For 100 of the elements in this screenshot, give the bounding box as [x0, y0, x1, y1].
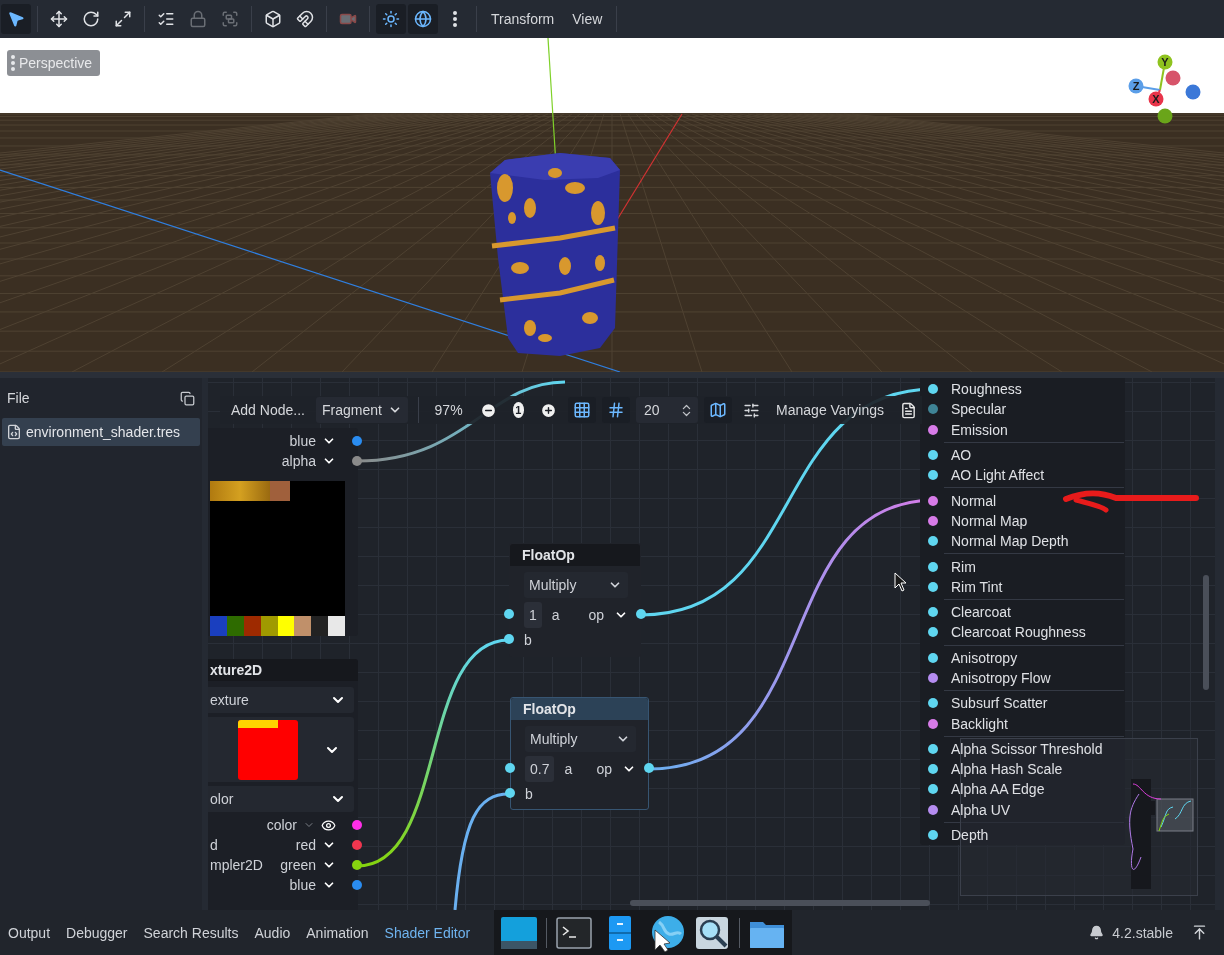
- port-label: a: [551, 607, 560, 623]
- zoom-out-icon: [479, 401, 497, 419]
- node-graph-canvas[interactable]: [208, 378, 1215, 910]
- shader-mode-dropdown[interactable]: Fragment: [315, 397, 408, 423]
- grid-icon: [573, 401, 592, 419]
- move-icon: [50, 10, 68, 28]
- port-dot[interactable]: [928, 804, 938, 815]
- magnet-icon: [296, 10, 314, 28]
- panel-tab[interactable]: Animation: [298, 917, 377, 948]
- port-dot[interactable]: [928, 561, 938, 572]
- port-dot[interactable]: [504, 634, 514, 644]
- manage-varyings-button[interactable]: Manage Varyings: [771, 397, 889, 423]
- menu-button[interactable]: Transform: [483, 4, 563, 34]
- port-dot[interactable]: [352, 880, 362, 890]
- tool-button[interactable]: [1, 4, 31, 34]
- port-dot[interactable]: [928, 764, 938, 775]
- panel-tab[interactable]: Output: [0, 917, 59, 948]
- port-label: green: [280, 857, 316, 873]
- node-title: FloatOp: [523, 701, 576, 717]
- source-dropdown[interactable]: exture: [208, 687, 354, 713]
- toggle-button[interactable]: [704, 397, 733, 423]
- axis-handle[interactable]: [1165, 70, 1181, 86]
- toggle-button[interactable]: [568, 397, 597, 423]
- port-dot[interactable]: [636, 609, 646, 619]
- texture-node[interactable]: xture2D exture olor color d red mpler2D green blue: [208, 659, 358, 910]
- scrollbar-thumb[interactable]: [1203, 575, 1209, 690]
- port-label: Clearcoat: [951, 604, 1011, 621]
- axis-handle[interactable]: Z: [1128, 78, 1161, 94]
- port-dot[interactable]: [928, 718, 938, 729]
- port-dot[interactable]: [928, 830, 938, 841]
- axis-handle[interactable]: [1185, 84, 1201, 100]
- mouse-pointer-icon: [894, 572, 907, 592]
- tool-button[interactable]: [408, 4, 438, 34]
- value-field[interactable]: 1: [524, 602, 542, 628]
- cube-icon: [264, 10, 282, 28]
- output-node[interactable]: [920, 378, 1125, 845]
- texture-type-dropdown[interactable]: olor: [208, 786, 354, 812]
- port-label: Alpha UV: [951, 801, 1011, 818]
- zoom-reset-button[interactable]: 1: [512, 402, 525, 418]
- menu-button[interactable]: View: [564, 4, 611, 34]
- float-op-node[interactable]: FloatOp Multiply 1 a op b: [509, 543, 641, 657]
- port-dot[interactable]: [928, 515, 938, 526]
- minimap-view-frame[interactable]: [1156, 798, 1194, 832]
- toggle-button[interactable]: [602, 397, 631, 423]
- axis-handle[interactable]: X: [1148, 89, 1164, 107]
- file-list-item[interactable]: environment_shader.tres: [2, 418, 200, 446]
- float-op-node[interactable]: FloatOp Multiply 0.7 a op b: [510, 697, 649, 810]
- port-dot[interactable]: [928, 424, 938, 435]
- port-label: Anisotropy: [951, 649, 1018, 666]
- port-dot[interactable]: [352, 820, 362, 830]
- port-dot[interactable]: [928, 581, 938, 592]
- eye-icon[interactable]: [321, 817, 336, 833]
- texture-slot[interactable]: [208, 717, 354, 782]
- port-dot[interactable]: [928, 652, 938, 663]
- port-dot[interactable]: [928, 536, 938, 547]
- port-dot[interactable]: [928, 743, 938, 754]
- zoom-in-icon: [540, 401, 558, 419]
- port-dot[interactable]: [928, 673, 938, 683]
- panel-tab[interactable]: Shader Editor: [376, 917, 479, 948]
- port-dot[interactable]: [352, 840, 362, 850]
- port-dot[interactable]: [928, 627, 938, 638]
- panel-tab[interactable]: Audio: [246, 917, 299, 948]
- value-field[interactable]: 0.7: [525, 756, 555, 782]
- port-dot[interactable]: [928, 450, 938, 461]
- tool-button[interactable]: [376, 4, 406, 34]
- port-dot[interactable]: [352, 436, 362, 446]
- file-menu[interactable]: File: [7, 390, 30, 406]
- snap-distance-field[interactable]: 20: [636, 397, 699, 423]
- port-dot[interactable]: [928, 607, 938, 618]
- texture-node[interactable]: blue alpha: [208, 428, 358, 636]
- panel-tab[interactable]: Debugger: [58, 917, 136, 948]
- windows-icon[interactable]: [180, 390, 195, 406]
- bell-icon[interactable]: [1089, 925, 1105, 940]
- scrollbar-thumb[interactable]: [630, 900, 930, 906]
- port-dot[interactable]: [928, 384, 938, 395]
- lock-icon: [189, 10, 207, 28]
- port-dot[interactable]: [928, 698, 938, 709]
- port-dot[interactable]: [505, 788, 515, 798]
- operator-dropdown[interactable]: Multiply: [525, 726, 636, 752]
- port-label: Specular: [951, 401, 1007, 418]
- panel-tab[interactable]: Search Results: [135, 917, 247, 948]
- port-label: Roughness: [951, 381, 1022, 398]
- port-dot[interactable]: [352, 456, 362, 466]
- port-label: b: [524, 632, 532, 648]
- add-node-button[interactable]: Add Node...: [226, 397, 310, 423]
- port-dot[interactable]: [504, 609, 514, 619]
- port-dot[interactable]: [928, 470, 938, 481]
- axis-handle[interactable]: [1157, 108, 1173, 124]
- port-dot[interactable]: [352, 860, 362, 870]
- port-dot[interactable]: [505, 763, 515, 773]
- port-dot[interactable]: [928, 404, 938, 415]
- operator-dropdown[interactable]: Multiply: [524, 572, 628, 598]
- port-dot[interactable]: [928, 784, 938, 795]
- axis-handle[interactable]: Y: [1157, 54, 1173, 91]
- port-dot[interactable]: [928, 495, 938, 506]
- port-dot[interactable]: [644, 763, 654, 773]
- pin-icon[interactable]: [1191, 924, 1208, 941]
- zoom-level: 97%: [433, 402, 464, 418]
- port-label: Backlight: [951, 715, 1008, 732]
- port-label: Subsurf Scatter: [951, 695, 1048, 712]
